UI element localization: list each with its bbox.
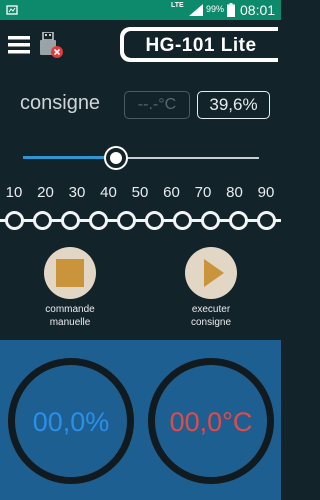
readout-panel: 00,0% 00,0°C (0, 340, 281, 500)
scale-preset-dot[interactable] (116, 211, 136, 230)
scale-tick-label: 50 (131, 184, 149, 201)
status-bar: LTE 99% 08:01 (0, 0, 281, 20)
usb-disconnected-icon[interactable] (38, 32, 64, 60)
setpoint-scale: 10 20 30 40 50 60 70 80 90 (0, 182, 281, 240)
temperature-gauge: 00,0°C (148, 358, 274, 484)
title-banner: HG-101 Lite (120, 27, 278, 62)
scale-tick-label: 20 (37, 184, 54, 201)
scale-tick-label: 90 (257, 184, 275, 201)
consigne-label: consigne (20, 92, 101, 114)
scale-tick-label: 10 (5, 184, 23, 201)
stop-square-icon (56, 259, 84, 287)
scale-preset-dot[interactable] (88, 211, 108, 230)
clock: 08:01 (240, 2, 276, 18)
scale-preset-dot[interactable] (256, 211, 276, 230)
scale-preset-dot[interactable] (4, 211, 24, 230)
scale-tick-label: 30 (68, 184, 86, 201)
percent-setpoint-display: 39,6% (197, 91, 270, 119)
scale-preset-dot[interactable] (60, 211, 80, 230)
execute-setpoint-button[interactable] (185, 247, 237, 299)
scale-tick-label: 70 (194, 184, 212, 201)
menu-icon[interactable] (8, 36, 30, 54)
scale-preset-dot[interactable] (144, 211, 164, 230)
app-bar: HG-101 Lite (0, 20, 281, 72)
scale-preset-dot[interactable] (228, 211, 248, 230)
manual-command-label: commande manuelle (45, 304, 95, 328)
scale-tick-label: 60 (163, 184, 180, 201)
battery-percent: 99% (206, 4, 225, 14)
scale-tick-label: 40 (100, 184, 117, 201)
execute-setpoint-label: executer consigne (190, 304, 232, 328)
app-title: HG-101 Lite (145, 35, 257, 56)
notification-icon (6, 5, 18, 15)
play-icon (204, 259, 224, 287)
signal-icon (189, 4, 203, 16)
setpoint-slider[interactable] (23, 146, 259, 170)
scale-preset-dot[interactable] (200, 211, 220, 230)
network-type: LTE (171, 2, 184, 9)
slider-thumb[interactable] (106, 148, 127, 168)
battery-icon (227, 3, 235, 17)
temperature-setpoint-display: --.-°C (124, 91, 190, 119)
temperature-value: 00,0°C (169, 407, 253, 437)
slider-fill (23, 156, 117, 159)
scale-preset-dot[interactable] (32, 211, 52, 230)
power-value: 00,0% (32, 407, 110, 437)
power-gauge: 00,0% (8, 358, 134, 484)
scale-preset-dot[interactable] (172, 211, 192, 230)
manual-command-button[interactable] (44, 247, 96, 299)
scale-tick-label: 80 (226, 184, 243, 201)
